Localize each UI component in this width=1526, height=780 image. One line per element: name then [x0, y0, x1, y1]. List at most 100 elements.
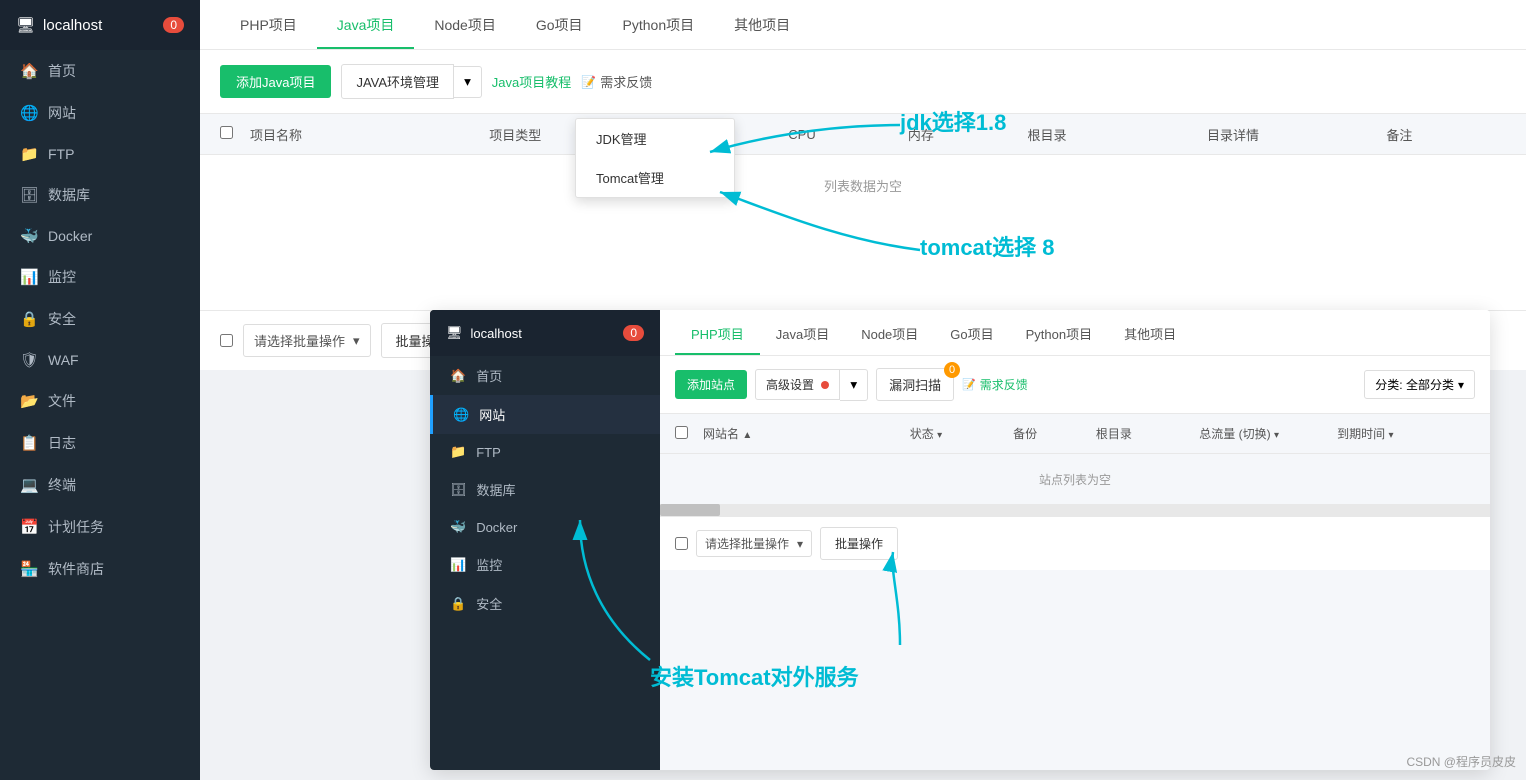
server-icon: 🖥 [16, 16, 35, 34]
files-icon: 📂 [20, 392, 38, 410]
sidebar-item-terminal[interactable]: 💻终端 [0, 464, 200, 506]
bottom-select-checkbox[interactable] [220, 334, 233, 347]
inner-nav-monitor[interactable]: 📊监控 [430, 545, 660, 584]
inner-nav-docker[interactable]: 🐳Docker [430, 509, 660, 545]
env-dropdown-menu: JDK管理 Tomcat管理 [575, 118, 735, 198]
th-note: 备注 [1386, 125, 1506, 144]
scan-button-wrapper: 漏洞扫描 0 [876, 368, 954, 401]
sidebar-header: 🖥 localhost 0 [0, 0, 200, 50]
cron-icon: 📅 [20, 518, 38, 536]
sidebar-item-website[interactable]: 🌐网站 [0, 92, 200, 134]
inner-nav-website[interactable]: 🌐网站 [430, 395, 660, 434]
database-icon: 🗄 [20, 186, 38, 204]
tab-node[interactable]: Node项目 [414, 1, 515, 49]
tab-python[interactable]: Python项目 [603, 1, 715, 49]
java-env-button[interactable]: JAVA环境管理 [341, 64, 454, 99]
inner-main: PHP项目 Java项目 Node项目 Go项目 Python项目 其他项目 添… [660, 310, 1490, 770]
sidebar-nav: 🏠首页 🌐网站 📁FTP 🗄数据库 🐳Docker 📊监控 🔒安全 🛡WAF 📂… [0, 50, 200, 780]
php-project-panel: 🖥 localhost 0 🏠首页 🌐网站 📁FTP 🗄数据库 🐳Docker … [430, 310, 1490, 770]
vuln-scan-button[interactable]: 漏洞扫描 [876, 368, 954, 401]
inner-brand: 🖥 localhost [446, 325, 522, 341]
sidebar-item-monitor[interactable]: 📊监控 [0, 256, 200, 298]
sidebar-item-logs[interactable]: 📋日志 [0, 422, 200, 464]
inner-batch-button[interactable]: 批量操作 [820, 527, 898, 560]
inner-tab-go[interactable]: Go项目 [934, 312, 1009, 355]
store-icon: 🏪 [20, 560, 38, 578]
java-empty-message: 列表数据为空 [200, 155, 1526, 215]
sidebar-item-database[interactable]: 🗄数据库 [0, 174, 200, 216]
env-dropdown-button[interactable]: ▾ [454, 66, 482, 98]
sidebar-brand: 🖥 localhost [16, 16, 102, 34]
jdk-management-item[interactable]: JDK管理 [576, 119, 734, 158]
sidebar-item-home[interactable]: 🏠首页 [0, 50, 200, 92]
tomcat-management-item[interactable]: Tomcat管理 [576, 158, 734, 197]
add-site-button[interactable]: 添加站点 [675, 370, 747, 399]
inner-dropdown-arrow: ▾ [797, 537, 803, 551]
inner-th-backup: 备份 [1013, 425, 1096, 442]
sidebar-item-docker[interactable]: 🐳Docker [0, 216, 200, 256]
security-icon: 🔒 [20, 310, 38, 328]
java-tutorial-link[interactable]: Java项目教程 [492, 72, 571, 91]
sidebar-item-security[interactable]: 🔒安全 [0, 298, 200, 340]
tab-php[interactable]: PHP项目 [220, 1, 317, 49]
inner-feedback-link[interactable]: 📝 需求反馈 [962, 376, 1028, 393]
tab-java[interactable]: Java项目 [317, 1, 415, 49]
scrollbar-thumb[interactable] [660, 504, 720, 516]
sidebar-item-cron[interactable]: 📅计划任务 [0, 506, 200, 548]
sidebar-item-ftp[interactable]: 📁FTP [0, 134, 200, 174]
inner-nav-security[interactable]: 🔒安全 [430, 584, 660, 623]
th-root-dir: 根目录 [1028, 125, 1207, 144]
advanced-dropdown-button[interactable]: ▾ [840, 369, 868, 401]
php-toolbar: 添加站点 高级设置 ▾ 漏洞扫描 0 📝 需求反馈 [660, 356, 1490, 414]
classify-button[interactable]: 分类: 全部分类 ▾ [1364, 370, 1475, 399]
inner-sidebar-header: 🖥 localhost 0 [430, 310, 660, 356]
inner-nav-home[interactable]: 🏠首页 [430, 356, 660, 395]
advanced-settings-button[interactable]: 高级设置 [755, 369, 840, 400]
tab-go[interactable]: Go项目 [516, 1, 603, 49]
inner-project-tabs: PHP项目 Java项目 Node项目 Go项目 Python项目 其他项目 [660, 310, 1490, 356]
inner-tab-other[interactable]: 其他项目 [1108, 312, 1192, 355]
horizontal-scrollbar[interactable] [660, 504, 1490, 516]
inner-th-status: 状态 ▾ [910, 425, 1013, 442]
inner-th-expire: 到期时间 ▾ [1337, 425, 1475, 442]
th-memory: 内存 [908, 125, 1028, 144]
sidebar-item-files[interactable]: 📂文件 [0, 380, 200, 422]
inner-tab-python[interactable]: Python项目 [1010, 312, 1108, 355]
java-table-header: 项目名称 项目类型 端口 CPU 内存 根目录 目录详情 备注 [200, 113, 1526, 155]
inner-ftp-icon: 📁 [450, 444, 466, 460]
inner-nav-database[interactable]: 🗄数据库 [430, 470, 660, 509]
inner-tab-php[interactable]: PHP项目 [675, 312, 760, 355]
hostname: localhost [43, 17, 102, 34]
php-empty-message: 站点列表为空 [660, 454, 1490, 504]
env-management-group: JAVA环境管理 ▾ [341, 64, 481, 99]
inner-sidebar: 🖥 localhost 0 🏠首页 🌐网站 📁FTP 🗄数据库 🐳Docker … [430, 310, 660, 770]
inner-globe-icon: 🌐 [453, 407, 469, 423]
sidebar-item-waf[interactable]: 🛡WAF [0, 340, 200, 380]
inner-batch-select[interactable]: 请选择批量操作 ▾ [696, 530, 812, 557]
tab-other[interactable]: 其他项目 [714, 1, 810, 49]
th-cpu: CPU [788, 127, 908, 142]
inner-bottom-checkbox[interactable] [675, 537, 688, 550]
add-java-project-button[interactable]: 添加Java项目 [220, 65, 331, 98]
php-table-header: 网站名 ▲ 状态 ▾ 备份 根目录 总流量 (切换) ▾ 到期时间 ▾ [660, 414, 1490, 454]
inner-select-all-checkbox[interactable] [675, 426, 688, 439]
notification-badge: 0 [163, 17, 184, 33]
advanced-settings-group: 高级设置 ▾ [755, 369, 868, 401]
sidebar-item-store[interactable]: 🏪软件商店 [0, 548, 200, 590]
inner-th-flow: 总流量 (切换) ▾ [1199, 425, 1337, 442]
main-area: PHP项目 Java项目 Node项目 Go项目 Python项目 其他项目 添… [200, 0, 1526, 780]
docker-icon: 🐳 [20, 227, 38, 245]
inner-th-site-name: 网站名 ▲ [703, 425, 910, 442]
inner-db-icon: 🗄 [450, 482, 467, 498]
batch-select-dropdown[interactable]: 请选择批量操作 ▾ [243, 324, 371, 357]
inner-tab-java[interactable]: Java项目 [760, 312, 845, 355]
red-dot-indicator [821, 381, 829, 389]
inner-tab-node[interactable]: Node项目 [845, 312, 934, 355]
inner-nav-ftp[interactable]: 📁FTP [430, 434, 660, 470]
inner-security-icon: 🔒 [450, 596, 466, 612]
feedback-link[interactable]: 📝 需求反馈 [581, 72, 652, 91]
th-select-all [220, 126, 250, 142]
select-all-checkbox[interactable] [220, 126, 233, 139]
globe-icon: 🌐 [20, 104, 38, 122]
php-bottom-bar: 请选择批量操作 ▾ 批量操作 [660, 516, 1490, 570]
